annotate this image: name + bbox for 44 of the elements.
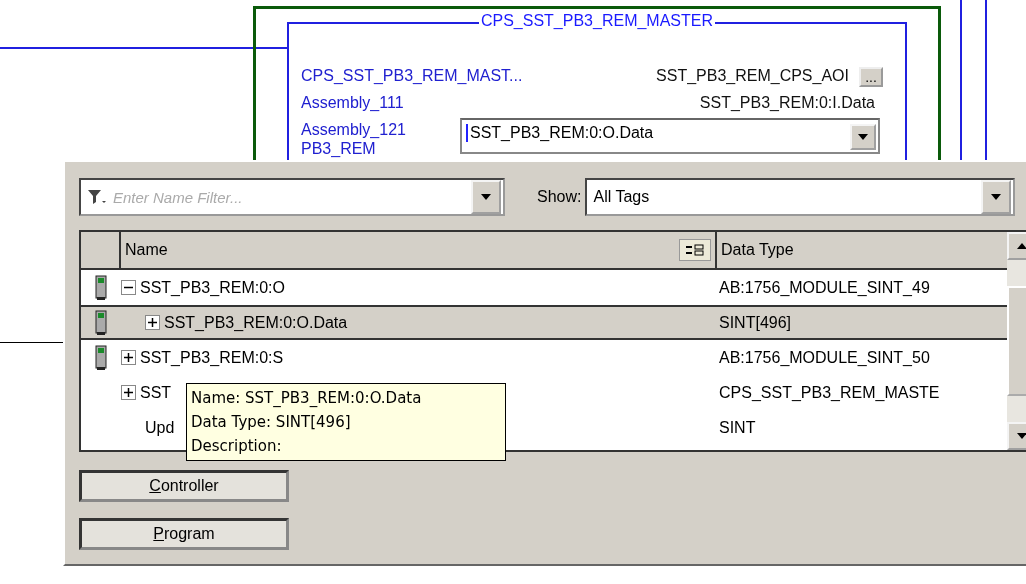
caret-icon (991, 194, 1002, 200)
show-dropdown[interactable]: All Tags (585, 178, 1016, 216)
module-icon (95, 344, 107, 371)
instruction-title: CPS_SST_PB3_REM_MASTER (478, 12, 716, 30)
tag-editor-field[interactable]: SST_PB3_REM:0:O.Data (460, 118, 880, 154)
scope-button[interactable]: Controller (79, 470, 289, 502)
column-header[interactable]: Name (121, 232, 717, 268)
filter-icon (87, 189, 107, 205)
collapse-icon[interactable] (121, 280, 136, 295)
caret-icon (481, 194, 491, 200)
caret-icon (1017, 433, 1026, 439)
tag-name: Upd (145, 418, 175, 437)
caret-icon (858, 134, 868, 140)
parameter-value: SST_PB3_REM_CPS_AOI (656, 67, 849, 85)
tag-name: SST_PB3_REM:0:O (140, 278, 285, 297)
parameter-value: SST_PB3_REM:0:I.Data (699, 94, 875, 112)
tooltip-line: Data Type: SINT[496] (191, 412, 352, 433)
data-type: SINT[496] (718, 313, 792, 332)
expand-icon[interactable] (121, 385, 136, 400)
parameter-name: Assembly_111 (301, 94, 404, 112)
expand-icon[interactable] (145, 315, 160, 330)
scrollbar[interactable] (1007, 232, 1026, 450)
column-chooser-icon[interactable] (679, 239, 711, 261)
data-type: CPS_SST_PB3_REM_MASTE (718, 383, 940, 402)
data-type: SINT (718, 418, 756, 437)
parameter-name: CPS_SST_PB3_REM_MAST... (301, 67, 523, 85)
tag-row[interactable]: SST_PB3_REM:0:O.Data SINT[496] (81, 305, 1007, 340)
parameter-name: Assembly_121 (301, 121, 406, 139)
data-type: AB:1756_MODULE_SINT_49 (718, 278, 930, 297)
tag-name: SST (140, 383, 172, 402)
module-icon (95, 309, 107, 336)
module-icon (95, 274, 107, 301)
tag-name: SST_PB3_REM:0:S (140, 348, 284, 367)
parameter-name: PB3_REM (301, 140, 376, 158)
caret-up-icon (1017, 243, 1026, 249)
column-header[interactable]: Data Type (717, 232, 1007, 268)
show-label: Show: (537, 188, 582, 206)
scope-button[interactable]: Program (79, 518, 289, 550)
tooltip-line: Name: SST_PB3_REM:0:O.Data (191, 388, 423, 409)
expand-icon[interactable] (121, 350, 136, 365)
rung-line (0, 342, 63, 343)
tag-name: SST_PB3_REM:0:O.Data (164, 313, 348, 332)
data-type: AB:1756_MODULE_SINT_50 (718, 348, 930, 367)
browse-button[interactable]: ... (859, 67, 883, 87)
